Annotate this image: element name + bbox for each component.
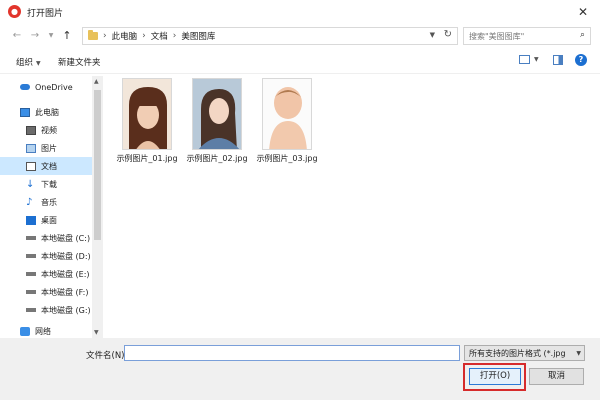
title-bar: ● 打开图片 ✕ — [0, 0, 600, 24]
filetype-value: 所有支持的图片格式 (*.jpg — [469, 349, 566, 358]
breadcrumb-documents[interactable]: 文档 — [151, 30, 168, 42]
breadcrumb-separator-icon: › — [142, 31, 146, 41]
scroll-up-icon[interactable]: ▲ — [94, 78, 99, 85]
drive-icon — [26, 272, 36, 276]
organize-label: 组织 — [16, 58, 34, 68]
file-item[interactable]: 示例图片_02.jpg — [182, 78, 252, 173]
drive-icon — [26, 290, 36, 294]
sidebar-item-network[interactable]: 网络 — [0, 322, 92, 338]
filetype-select[interactable]: 所有支持的图片格式 (*.jpg ▼ — [464, 345, 585, 361]
command-toolbar: 组织 ▼ 新建文件夹 ▼ ? — [0, 48, 600, 74]
sidebar-item-downloads[interactable]: ↓ 下载 — [0, 175, 92, 193]
cloud-icon — [20, 84, 30, 90]
file-name: 示例图片_01.jpg — [116, 154, 178, 163]
sidebar-scrollbar[interactable]: ▲ ▼ — [92, 76, 103, 338]
refresh-icon[interactable]: ↻ — [444, 29, 452, 40]
address-row: ← → ▼ ↑ › 此电脑 › 文档 › 美图图库 ▼ ↻ 搜索"美图图库" ⌕ — [0, 24, 600, 48]
file-item[interactable]: 示例图片_03.jpg — [252, 78, 322, 173]
file-list: 示例图片_01.jpg 示例图片_02.jpg 示例图片_03.jpg — [104, 76, 600, 338]
back-button[interactable]: ← — [10, 28, 24, 44]
computer-icon — [20, 107, 30, 117]
recent-locations-button[interactable]: ▼ — [44, 28, 58, 44]
bottom-panel: 文件名(N): 所有支持的图片格式 (*.jpg ▼ 打开(O) 取消 — [0, 338, 600, 400]
chevron-down-icon: ▼ — [36, 60, 41, 67]
filename-label: 文件名(N): — [86, 351, 128, 361]
sidebar-item-drive-c[interactable]: 本地磁盘 (C:) — [0, 229, 92, 247]
sidebar-item-pictures[interactable]: 图片 — [0, 139, 92, 157]
network-icon — [20, 326, 30, 336]
file-name: 示例图片_03.jpg — [256, 154, 318, 163]
music-icon: ♪ — [26, 196, 33, 208]
drive-icon — [26, 236, 36, 240]
cancel-button[interactable]: 取消 — [529, 368, 584, 385]
breadcrumb-separator-icon: › — [103, 31, 107, 41]
breadcrumb-separator-icon: › — [172, 31, 177, 41]
chevron-down-icon[interactable]: ▼ — [534, 56, 539, 63]
scroll-down-icon[interactable]: ▼ — [94, 329, 99, 336]
back-arrow-icon: ← — [12, 30, 22, 41]
navigation-pane: OneDrive 此电脑 视频 图片 文档 ↓ 下载 ♪ 音乐 桌面 本地磁盘 … — [0, 76, 103, 338]
file-name: 示例图片_02.jpg — [186, 154, 248, 163]
preview-pane-icon[interactable] — [553, 55, 563, 65]
picture-icon — [26, 143, 36, 153]
sidebar-item-drive-f[interactable]: 本地磁盘 (F:) — [0, 283, 92, 301]
search-placeholder: 搜索"美图图库" — [469, 32, 525, 41]
image-thumbnail — [262, 78, 312, 150]
image-thumbnail — [192, 78, 242, 150]
forward-arrow-icon: → — [30, 30, 40, 41]
sidebar-item-onedrive[interactable]: OneDrive — [0, 78, 92, 96]
drive-icon — [26, 254, 36, 258]
close-button[interactable]: ✕ — [574, 3, 592, 21]
view-mode-icon[interactable] — [519, 55, 530, 64]
help-icon[interactable]: ? — [575, 54, 587, 66]
window-title: 打开图片 — [27, 9, 64, 19]
address-dropdown-icon[interactable]: ▼ — [430, 31, 435, 39]
up-arrow-icon: ↑ — [62, 29, 72, 42]
sidebar-item-drive-g[interactable]: 本地磁盘 (G:) — [0, 301, 92, 319]
video-icon — [26, 125, 36, 135]
app-logo-icon: ● — [8, 5, 21, 18]
download-icon: ↓ — [26, 178, 35, 190]
sidebar-item-videos[interactable]: 视频 — [0, 121, 92, 139]
open-button[interactable]: 打开(O) — [469, 368, 521, 385]
chevron-down-icon: ▼ — [48, 32, 54, 39]
sidebar-item-drive-e[interactable]: 本地磁盘 (E:) — [0, 265, 92, 283]
desktop-icon — [26, 215, 36, 225]
sidebar-item-music[interactable]: ♪ 音乐 — [0, 193, 92, 211]
up-button[interactable]: ↑ — [60, 28, 74, 44]
sidebar-item-drive-d[interactable]: 本地磁盘 (D:) — [0, 247, 92, 265]
chevron-down-icon: ▼ — [576, 350, 581, 357]
sidebar-item-desktop[interactable]: 桌面 — [0, 211, 92, 229]
sidebar-item-documents[interactable]: 文档 — [0, 157, 92, 175]
breadcrumb-this-pc[interactable]: 此电脑 — [112, 30, 138, 42]
file-item[interactable]: 示例图片_01.jpg — [112, 78, 182, 173]
sidebar-item-this-pc[interactable]: 此电脑 — [0, 103, 92, 121]
search-input[interactable]: 搜索"美图图库" ⌕ — [463, 27, 591, 45]
forward-button[interactable]: → — [28, 28, 42, 44]
address-bar[interactable]: › 此电脑 › 文档 › 美图图库 ▼ ↻ — [82, 27, 458, 45]
drive-icon — [26, 308, 36, 312]
scroll-thumb[interactable] — [94, 90, 101, 240]
folder-icon — [88, 30, 98, 40]
filename-input[interactable] — [124, 345, 460, 361]
close-icon: ✕ — [577, 5, 589, 19]
organize-menu[interactable]: 组织 ▼ — [16, 56, 41, 68]
search-icon[interactable]: ⌕ — [580, 30, 585, 40]
new-folder-button[interactable]: 新建文件夹 — [58, 56, 101, 68]
breadcrumb-gallery[interactable]: 美图图库 — [181, 30, 215, 42]
image-thumbnail — [122, 78, 172, 150]
document-icon — [26, 161, 36, 171]
